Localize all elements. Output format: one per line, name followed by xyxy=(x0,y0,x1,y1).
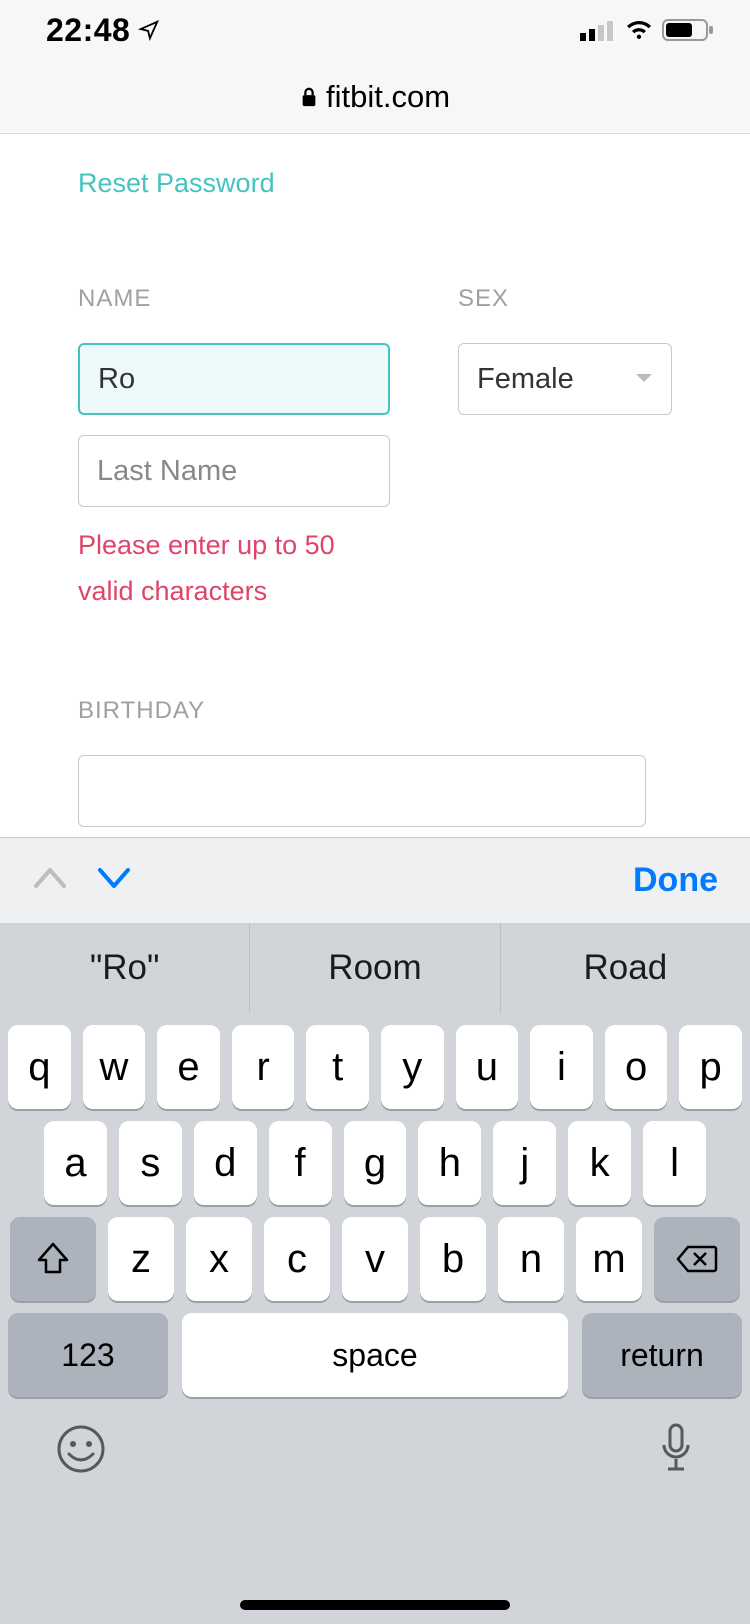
location-arrow-icon xyxy=(138,19,160,41)
emoji-icon[interactable] xyxy=(56,1424,106,1479)
key-shift[interactable] xyxy=(10,1217,96,1301)
key-z[interactable]: z xyxy=(108,1217,174,1301)
suggestion-1[interactable]: Room xyxy=(250,923,500,1013)
key-p[interactable]: p xyxy=(679,1025,742,1109)
key-l[interactable]: l xyxy=(643,1121,706,1205)
key-m[interactable]: m xyxy=(576,1217,642,1301)
suggestion-0[interactable]: "Ro" xyxy=(0,923,250,1013)
mic-icon[interactable] xyxy=(658,1423,694,1480)
next-field-icon[interactable] xyxy=(96,864,132,897)
key-n[interactable]: n xyxy=(498,1217,564,1301)
browser-address-bar[interactable]: fitbit.com xyxy=(0,60,750,134)
suggestion-2[interactable]: Road xyxy=(501,923,750,1013)
key-q[interactable]: q xyxy=(8,1025,71,1109)
keyboard-accessory: Done xyxy=(0,837,750,923)
prev-field-icon xyxy=(32,864,68,897)
status-time: 22:48 xyxy=(46,12,130,49)
key-a[interactable]: a xyxy=(44,1121,107,1205)
name-label: NAME xyxy=(78,285,402,313)
key-i[interactable]: i xyxy=(530,1025,593,1109)
key-x[interactable]: x xyxy=(186,1217,252,1301)
key-h[interactable]: h xyxy=(418,1121,481,1205)
chevron-down-icon xyxy=(635,373,653,385)
key-s[interactable]: s xyxy=(119,1121,182,1205)
key-space[interactable]: space xyxy=(182,1313,568,1397)
key-k[interactable]: k xyxy=(568,1121,631,1205)
birthday-input[interactable] xyxy=(78,755,646,827)
sex-select[interactable]: Female xyxy=(458,343,672,415)
key-r[interactable]: r xyxy=(232,1025,295,1109)
key-t[interactable]: t xyxy=(306,1025,369,1109)
key-g[interactable]: g xyxy=(344,1121,407,1205)
sex-value: Female xyxy=(477,363,574,396)
key-f[interactable]: f xyxy=(269,1121,332,1205)
signal-icon xyxy=(580,19,616,41)
suggestions-row: "Ro" Room Road xyxy=(0,923,750,1013)
battery-icon xyxy=(662,18,714,42)
key-o[interactable]: o xyxy=(605,1025,668,1109)
key-return[interactable]: return xyxy=(582,1313,742,1397)
key-backspace[interactable] xyxy=(654,1217,740,1301)
page-content: Reset Password NAME Please enter up to 5… xyxy=(0,134,750,839)
key-123[interactable]: 123 xyxy=(8,1313,168,1397)
key-d[interactable]: d xyxy=(194,1121,257,1205)
first-name-input[interactable] xyxy=(78,343,390,415)
key-w[interactable]: w xyxy=(83,1025,146,1109)
wifi-icon xyxy=(624,19,654,41)
key-u[interactable]: u xyxy=(456,1025,519,1109)
sex-label: SEX xyxy=(458,285,672,313)
lock-icon xyxy=(300,87,318,107)
key-c[interactable]: c xyxy=(264,1217,330,1301)
key-j[interactable]: j xyxy=(493,1121,556,1205)
keyboard: "Ro" Room Road q w e r t y u i o p a s d… xyxy=(0,923,750,1624)
statusbar: 22:48 xyxy=(0,0,750,60)
done-button[interactable]: Done xyxy=(633,861,718,900)
key-v[interactable]: v xyxy=(342,1217,408,1301)
key-b[interactable]: b xyxy=(420,1217,486,1301)
home-indicator[interactable] xyxy=(240,1600,510,1610)
birthday-label: BIRTHDAY xyxy=(78,697,672,725)
last-name-input[interactable] xyxy=(78,435,390,507)
key-e[interactable]: e xyxy=(157,1025,220,1109)
browser-url: fitbit.com xyxy=(326,79,450,115)
name-error-text: Please enter up to 50 valid characters xyxy=(78,523,378,615)
reset-password-link[interactable]: Reset Password xyxy=(78,168,275,198)
key-y[interactable]: y xyxy=(381,1025,444,1109)
